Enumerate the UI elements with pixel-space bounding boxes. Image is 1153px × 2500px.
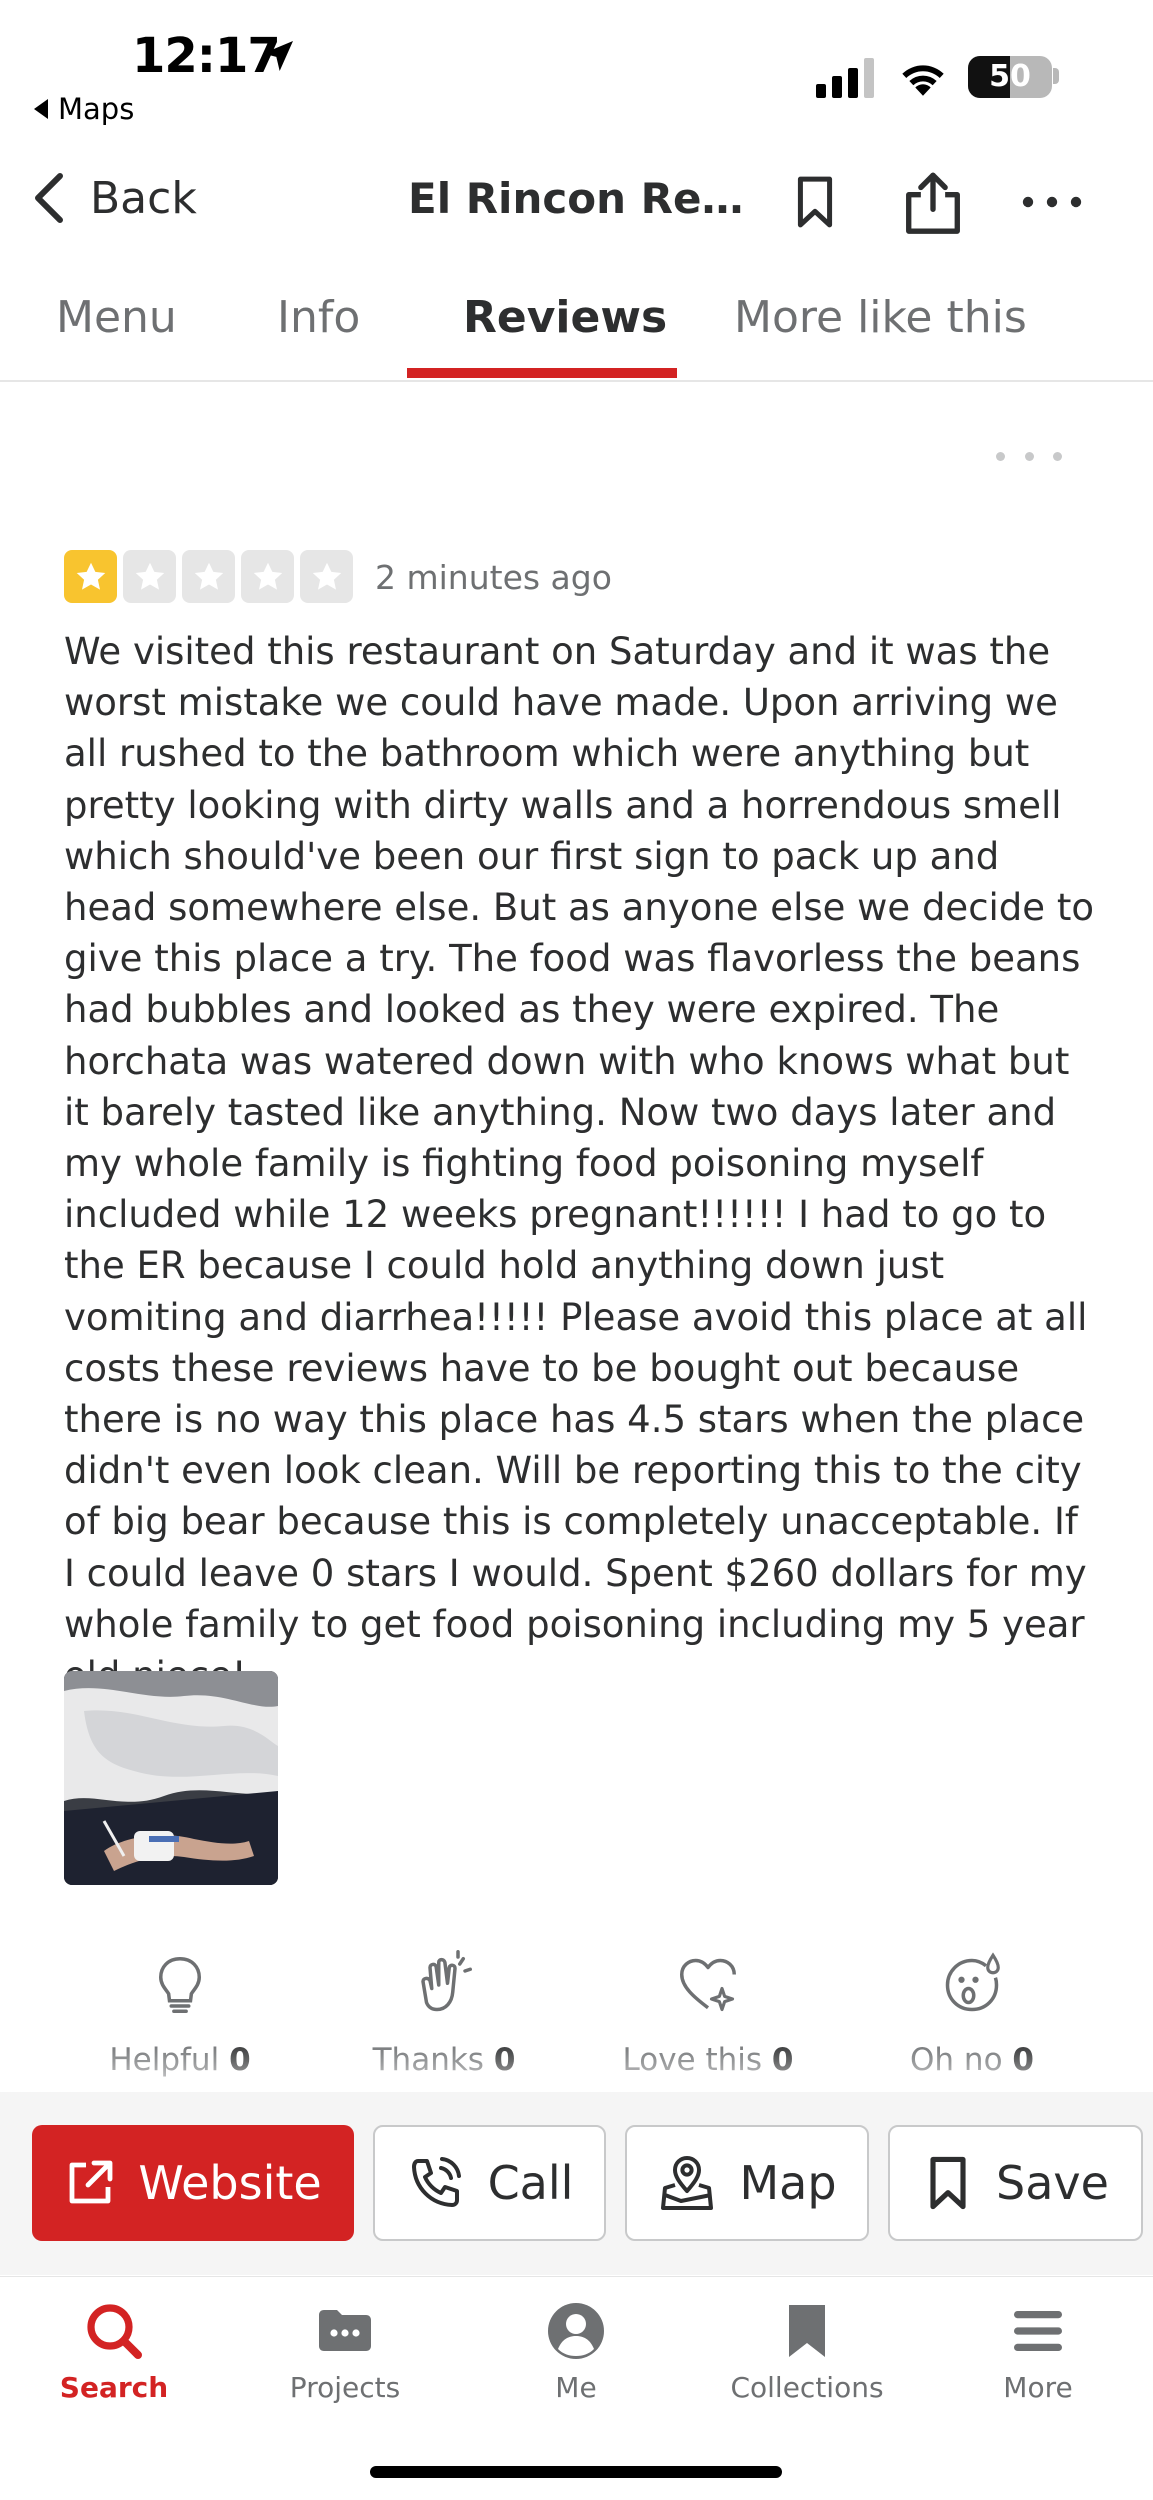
back-app-label: Maps — [58, 92, 135, 126]
star-empty — [123, 550, 176, 603]
profile-icon — [548, 2303, 604, 2359]
battery-level: 50 — [989, 59, 1031, 94]
save-button[interactable]: Save — [888, 2125, 1143, 2241]
tab-bar: Menu Info Reviews More like this — [0, 270, 1153, 382]
back-label: Back — [90, 172, 197, 224]
star-icon — [253, 562, 282, 590]
nav-me-label: Me — [555, 2371, 597, 2404]
bookmark-icon[interactable] — [790, 172, 840, 232]
chevron-left-icon — [35, 173, 63, 223]
save-label: Save — [996, 2156, 1109, 2210]
review-text: We visited this restaurant on Saturday a… — [64, 630, 1094, 1697]
reaction-love-this[interactable]: Love this 0 — [583, 1950, 833, 2078]
reaction-helpful[interactable]: Helpful 0 — [55, 1950, 305, 2078]
map-label: Map — [739, 2156, 837, 2210]
active-tab-indicator — [407, 368, 677, 378]
bookmark-icon — [930, 2156, 966, 2210]
back-triangle-icon — [34, 99, 48, 119]
location-arrow-icon — [263, 41, 293, 71]
heart-sparkle-icon — [680, 1958, 736, 2012]
menu-icon — [1014, 2311, 1062, 2351]
reaction-oh-no[interactable]: Oh no 0 — [847, 1950, 1097, 2078]
lightbulb-icon — [158, 1956, 202, 2013]
back-button[interactable]: Back — [30, 170, 197, 226]
nav-projects[interactable]: Projects — [245, 2299, 445, 2404]
tab-more-like-this[interactable]: More like this — [734, 292, 1027, 343]
home-indicator[interactable] — [370, 2466, 782, 2478]
nav-search-label: Search — [59, 2371, 169, 2404]
star-icon — [135, 562, 164, 590]
dot — [996, 451, 1005, 461]
call-button[interactable]: Call — [373, 2125, 606, 2241]
map-button[interactable]: Map — [625, 2125, 869, 2241]
tab-menu[interactable]: Menu — [56, 292, 177, 343]
external-link-icon — [69, 2160, 113, 2204]
star-icon — [312, 562, 341, 590]
hospital-iv-photo — [64, 1671, 278, 1885]
battery-cap — [1053, 68, 1059, 84]
tab-reviews[interactable]: Reviews — [463, 292, 667, 343]
star-empty — [182, 550, 235, 603]
tab-info[interactable]: Info — [277, 292, 360, 343]
more-options-icon[interactable] — [1020, 192, 1084, 212]
website-button[interactable]: Website — [32, 2125, 354, 2241]
reaction-thanks[interactable]: Thanks 0 — [319, 1950, 569, 2078]
cellular-signal-icon — [816, 58, 874, 98]
reaction-thanks-label: Thanks 0 — [372, 2042, 516, 2078]
share-icon[interactable] — [898, 168, 968, 236]
nav-collections-label: Collections — [730, 2371, 884, 2404]
reaction-love-this-label: Love this 0 — [622, 2042, 794, 2078]
map-pin-icon — [661, 2156, 714, 2210]
review-options-button[interactable] — [996, 442, 1062, 470]
battery-indicator: 50 — [968, 56, 1052, 98]
dot — [1024, 451, 1034, 461]
star-filled — [64, 550, 117, 603]
star-empty — [300, 550, 353, 603]
nav-more-label: More — [1003, 2371, 1073, 2404]
collections-icon — [789, 2305, 825, 2357]
star-icon — [76, 562, 105, 590]
status-bar: 12:17 Maps 50 — [0, 0, 1153, 140]
star-empty — [241, 550, 294, 603]
review-timestamp: 2 minutes ago — [375, 558, 612, 597]
phone-icon — [411, 2157, 461, 2207]
reaction-helpful-label: Helpful 0 — [109, 2042, 251, 2078]
nav-me[interactable]: Me — [476, 2299, 676, 2404]
business-title: El Rincon Rest... — [408, 174, 748, 223]
nav-collections[interactable]: Collections — [707, 2299, 907, 2404]
wifi-icon — [902, 65, 944, 96]
call-label: Call — [487, 2156, 574, 2210]
reaction-oh-no-label: Oh no 0 — [910, 2042, 1034, 2078]
nav-projects-label: Projects — [289, 2371, 401, 2404]
nav-more[interactable]: More — [938, 2299, 1138, 2404]
nav-search[interactable]: Search — [14, 2299, 214, 2404]
website-label: Website — [138, 2156, 322, 2210]
star-rating — [64, 550, 353, 603]
search-icon — [87, 2304, 142, 2359]
clapping-hands-icon — [421, 1950, 472, 2012]
projects-icon — [319, 2310, 371, 2351]
star-icon — [194, 562, 223, 590]
dot — [1053, 451, 1062, 461]
review-photo[interactable] — [64, 1671, 278, 1885]
action-bar: Website Call Map Save — [0, 2092, 1153, 2275]
shocked-face-icon — [945, 1952, 1000, 2012]
back-to-maps[interactable]: Maps — [34, 92, 134, 126]
